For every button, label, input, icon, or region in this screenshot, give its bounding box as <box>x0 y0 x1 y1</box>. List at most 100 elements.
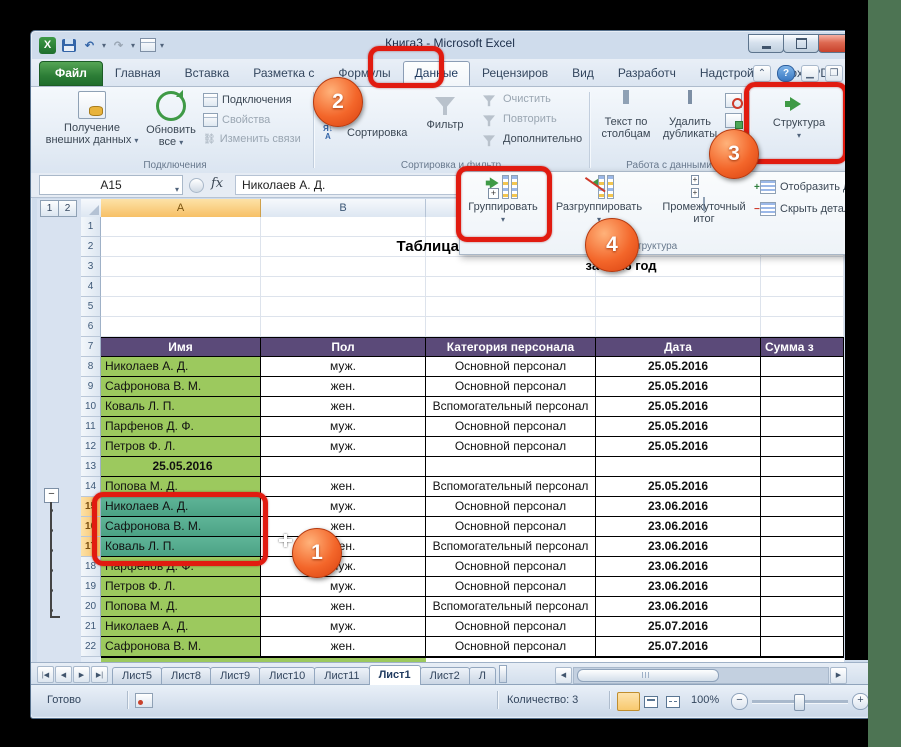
ribbon-tab-вставка[interactable]: Вставка <box>173 61 242 86</box>
table-header-cell[interactable]: Имя <box>101 337 261 357</box>
row-header-11[interactable]: 11 <box>81 417 101 437</box>
row-header-20[interactable]: 20 <box>81 597 101 617</box>
cell[interactable] <box>261 257 426 277</box>
cell-category[interactable]: Основной персонал <box>426 357 596 377</box>
subtotal-button[interactable]: ++ Промежуточный итог <box>654 175 754 225</box>
cell-date[interactable]: 25.07.2016 <box>596 637 761 657</box>
tab-splitter-handle[interactable] <box>499 665 507 683</box>
cell[interactable] <box>761 277 844 297</box>
cell-gender[interactable] <box>261 457 426 477</box>
workbook-restore-icon[interactable]: ❐ <box>825 65 843 82</box>
reapply-button[interactable]: Повторить <box>479 113 557 125</box>
row-header-5[interactable]: 5 <box>81 297 101 317</box>
cell-name[interactable]: 25.05.2016 <box>101 457 261 477</box>
row-header-4[interactable]: 4 <box>81 277 101 297</box>
cell[interactable] <box>101 317 261 337</box>
cell[interactable] <box>596 297 761 317</box>
text-to-columns-button[interactable]: Текст по столбцам <box>595 91 657 140</box>
cell-gender[interactable]: муж. <box>261 417 426 437</box>
cell-sum[interactable] <box>761 437 844 457</box>
ribbon-tab-файл[interactable]: Файл <box>39 61 103 86</box>
row-header-13[interactable]: 13 <box>81 457 101 477</box>
cell[interactable] <box>596 277 761 297</box>
cell-gender[interactable]: муж. <box>261 357 426 377</box>
cell-gender[interactable]: муж. <box>261 497 426 517</box>
sort-button[interactable]: Сортировка <box>347 127 407 139</box>
cell-category[interactable]: Основной персонал <box>426 437 596 457</box>
collapse-ribbon-icon[interactable]: ⌃ <box>753 65 771 82</box>
cell-sum[interactable] <box>761 477 844 497</box>
cell-name[interactable]: Сафронова В. М. <box>101 377 261 397</box>
row-header-10[interactable]: 10 <box>81 397 101 417</box>
row-header-3[interactable]: 3 <box>81 257 101 277</box>
cell-category[interactable]: Вспомогательный персонал <box>426 397 596 417</box>
cell-sum[interactable] <box>761 397 844 417</box>
cell-gender[interactable]: жен. <box>261 477 426 497</box>
cell-date[interactable]: 25.05.2016 <box>596 397 761 417</box>
outline-level-2-button[interactable]: 2 <box>58 200 77 217</box>
sort-za-icon[interactable]: Я↓А <box>323 125 333 141</box>
cell-sum[interactable] <box>761 457 844 477</box>
cell-date[interactable]: 23.06.2016 <box>596 537 761 557</box>
sheet-tab-лист8[interactable]: Лист8 <box>161 667 211 685</box>
cell-category[interactable]: Основной персонал <box>426 497 596 517</box>
consolidate-icon[interactable] <box>725 113 742 128</box>
filter-button[interactable]: Фильтр <box>417 93 473 131</box>
page-layout-view-button[interactable] <box>639 692 662 711</box>
column-header-A[interactable]: A <box>101 199 261 217</box>
zoom-in-icon[interactable]: + <box>852 693 869 710</box>
cell-sum[interactable] <box>761 557 844 577</box>
cell-gender[interactable]: муж. <box>261 617 426 637</box>
row-header-9[interactable]: 9 <box>81 377 101 397</box>
undo-icon[interactable]: ↶ <box>81 37 98 54</box>
cell-date[interactable]: 25.05.2016 <box>596 417 761 437</box>
cell-date[interactable]: 25.05.2016 <box>596 377 761 397</box>
row-header-21[interactable]: 21 <box>81 617 101 637</box>
outline-level-1-button[interactable]: 1 <box>40 200 59 217</box>
row-header-22[interactable]: 22 <box>81 637 101 657</box>
ribbon-tab-разметка-с[interactable]: Разметка с <box>241 61 326 86</box>
cell[interactable] <box>101 297 261 317</box>
table-header-cell[interactable]: Дата <box>596 337 761 357</box>
cell-date[interactable] <box>596 457 761 477</box>
cell[interactable] <box>761 317 844 337</box>
cell[interactable] <box>426 317 596 337</box>
cell-sum[interactable] <box>761 637 844 657</box>
cell-gender[interactable]: жен. <box>261 397 426 417</box>
cell[interactable] <box>761 297 844 317</box>
sheet-tab-лист9[interactable]: Лист9 <box>210 667 260 685</box>
cell-sum[interactable] <box>761 537 844 557</box>
cell-date[interactable]: 23.06.2016 <box>596 557 761 577</box>
formula-options-icon[interactable] <box>189 178 204 193</box>
zoom-track[interactable] <box>752 700 848 704</box>
cell-gender[interactable]: муж. <box>261 437 426 457</box>
cell-date[interactable]: 25.05.2016 <box>596 477 761 497</box>
data-validation-icon[interactable] <box>725 93 742 108</box>
first-sheet-icon[interactable]: |◀ <box>37 666 54 683</box>
cell-sum[interactable] <box>761 597 844 617</box>
row-header-6[interactable]: 6 <box>81 317 101 337</box>
macro-record-icon[interactable] <box>135 693 153 708</box>
cell-name[interactable]: Попова М. Д. <box>101 597 261 617</box>
cell[interactable] <box>101 237 261 257</box>
cell-category[interactable]: Основной персонал <box>426 617 596 637</box>
cell-name[interactable]: Парфенов Д. Ф. <box>101 417 261 437</box>
collapse-group-button[interactable]: − <box>44 488 59 503</box>
sheet-tab-лист2[interactable]: Лист2 <box>420 667 470 685</box>
remove-duplicates-button[interactable]: Удалить дубликаты <box>659 91 721 140</box>
table-header-cell[interactable]: Пол <box>261 337 426 357</box>
cell[interactable] <box>596 317 761 337</box>
redo-dropdown-icon[interactable]: ▾ <box>131 41 135 50</box>
undo-dropdown-icon[interactable]: ▾ <box>102 41 106 50</box>
page-break-view-button[interactable] <box>661 692 684 711</box>
cell-name[interactable]: Коваль Л. П. <box>101 397 261 417</box>
cell-gender[interactable]: жен. <box>261 637 426 657</box>
cell[interactable] <box>101 257 261 277</box>
sheet-tab-лист5[interactable]: Лист5 <box>112 667 162 685</box>
row-header-12[interactable]: 12 <box>81 437 101 457</box>
cell-date[interactable]: 23.06.2016 <box>596 517 761 537</box>
cell-sum[interactable] <box>761 377 844 397</box>
get-external-data-button[interactable]: Получение внешних данных ▾ <box>43 91 141 147</box>
last-sheet-icon[interactable]: ▶| <box>91 666 108 683</box>
workbook-minimize-icon[interactable]: ▁ <box>801 65 819 82</box>
